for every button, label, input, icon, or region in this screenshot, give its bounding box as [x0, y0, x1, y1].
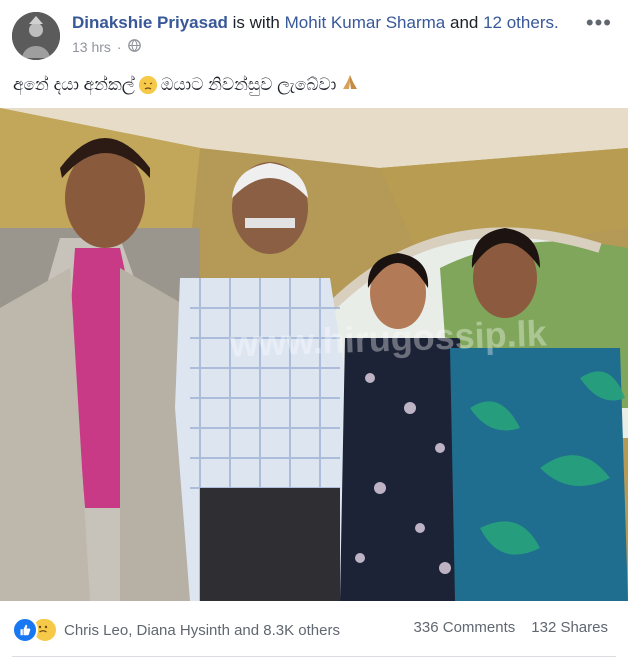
folded-hands-emoji-icon	[340, 73, 360, 96]
reaction-icons	[12, 617, 58, 643]
sad-face-emoji-icon	[138, 75, 157, 94]
caption-text: අනේ දයා අන්කල්	[13, 74, 135, 94]
post-stats: 336 Comments 132 Shares	[414, 619, 608, 636]
post-footer: Chris Leo, Diana Hysinth and 8.3K others…	[0, 601, 628, 661]
more-options-button[interactable]: •••	[586, 10, 612, 36]
author-avatar[interactable]	[12, 12, 60, 60]
reactors-text[interactable]: Chris Leo, Diana Hysinth and 8.3K others	[64, 622, 340, 639]
shares-count[interactable]: 132 Shares	[531, 619, 608, 636]
footer-divider	[12, 656, 616, 657]
reactions-summary[interactable]: Chris Leo, Diana Hysinth and 8.3K others	[12, 617, 340, 643]
and-text: and	[449, 13, 479, 32]
post-title-line: Dinakshie Priyasad is with Mohit Kumar S…	[72, 13, 559, 33]
caption-text-2: ඔයාට නිවන්සුව ලැබේවා	[160, 74, 337, 94]
comments-count[interactable]: 336 Comments	[414, 619, 516, 636]
globe-icon[interactable]	[127, 39, 141, 55]
post-caption: අනේ දයා අන්කල් ඔයාට නිවන්සුව ලැබේවා	[13, 73, 360, 96]
author-name[interactable]: Dinakshie Priyasad	[72, 13, 228, 32]
post-photo[interactable]: www.hirugossip.lk	[0, 108, 628, 601]
others-link[interactable]: 12 others.	[483, 13, 559, 32]
post-time[interactable]: 13 hrs	[72, 39, 111, 55]
tagged-person-link[interactable]: Mohit Kumar Sharma	[285, 13, 446, 32]
post-meta: 13 hrs ·	[72, 39, 141, 55]
post-header: Dinakshie Priyasad is with Mohit Kumar S…	[0, 0, 628, 70]
with-text: is with	[232, 13, 280, 32]
like-icon	[12, 617, 38, 643]
